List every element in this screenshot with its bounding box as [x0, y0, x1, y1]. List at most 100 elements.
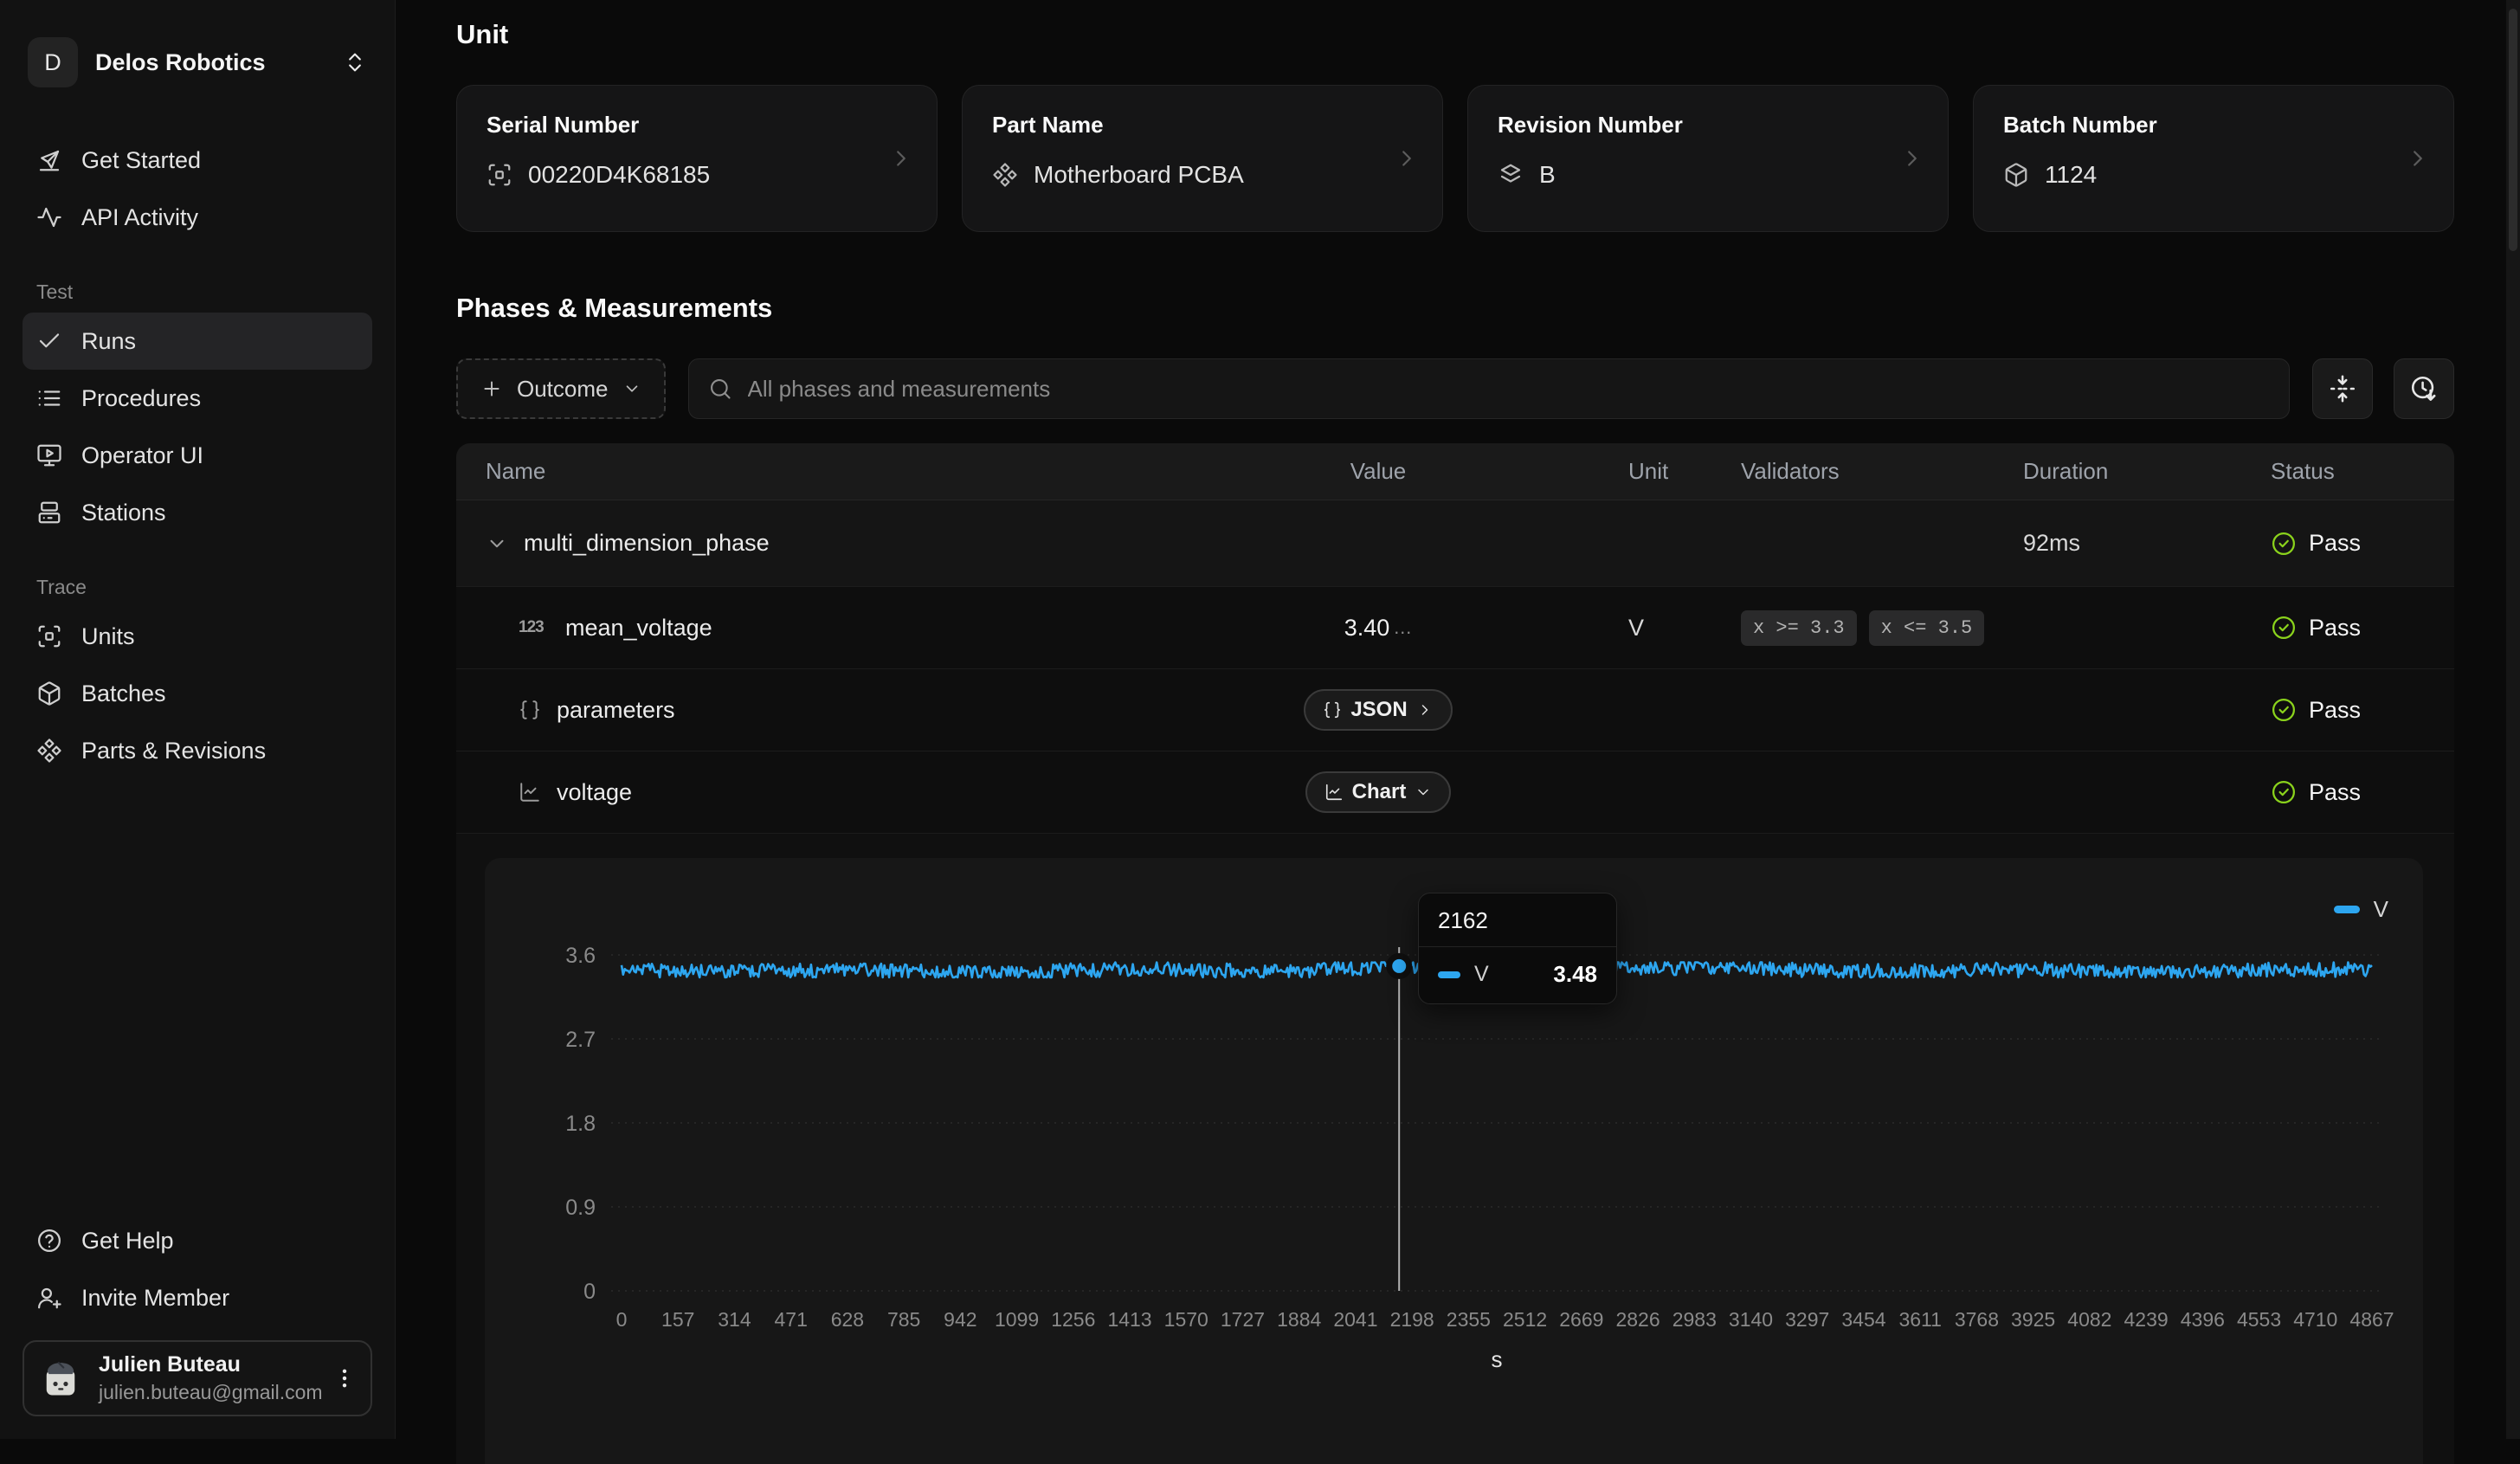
measurement-name: parameters	[557, 697, 675, 724]
card-value-row: Motherboard PCBA	[992, 161, 1413, 189]
sidebar-item-batches[interactable]: Batches	[23, 665, 372, 722]
user-name: Julien Buteau	[99, 1352, 317, 1377]
unit-card-part-name[interactable]: Part Name Motherboard PCBA	[962, 85, 1443, 232]
list-icon	[36, 385, 62, 411]
x-tick-label: 4867	[2349, 1308, 2394, 1331]
table-row-mean_voltage[interactable]: 123mean_voltage3.40…Vx >= 3.3x <= 3.5Pas…	[456, 587, 2454, 669]
card-label: Serial Number	[487, 112, 907, 139]
sidebar-item-procedures[interactable]: Procedures	[23, 370, 372, 427]
sidebar-nav-sections: TestRunsProceduresOperator UIStationsTra…	[23, 246, 372, 779]
user-menu[interactable]: Julien Buteau julien.buteau@gmail.com	[23, 1340, 372, 1416]
cell-value: 3.40…	[1209, 615, 1547, 642]
outcome-filter-button[interactable]: Outcome	[456, 358, 666, 419]
sidebar-item-label: Units	[81, 623, 135, 650]
sidebar: D Delos Robotics Get StartedAPI Activity…	[0, 0, 396, 1439]
column-header-duration: Duration	[2023, 458, 2271, 485]
sidebar-item-stations[interactable]: Stations	[23, 484, 372, 541]
x-tick-label: 1727	[1221, 1308, 1265, 1331]
user-avatar	[38, 1356, 83, 1401]
numeric-type-icon: 123	[519, 618, 550, 637]
cell-name: voltage	[456, 779, 1209, 806]
sidebar-footer: Get Help Invite Member Julien Buteau juli…	[23, 1212, 372, 1416]
chart-panel[interactable]: 00.91.82.73.6015731447162878594210991256…	[485, 858, 2423, 1464]
card-label: Part Name	[992, 112, 1413, 139]
pass-check-icon	[2271, 697, 2297, 723]
chevron-right-icon	[888, 145, 914, 171]
sidebar-item-label: Batches	[81, 680, 166, 707]
toolbar-buttons	[2312, 358, 2454, 419]
plus-icon	[480, 377, 503, 400]
expand-chevron-icon[interactable]	[486, 532, 508, 555]
chart-line-icon	[519, 781, 541, 803]
measurement-name: mean_voltage	[565, 615, 712, 642]
page-scrollbar[interactable]	[2506, 0, 2520, 1439]
table-row-parameters[interactable]: parameters JSON Pass	[456, 669, 2454, 751]
table-row-multi_dimension_phase[interactable]: multi_dimension_phase92msPass	[456, 500, 2454, 587]
sidebar-item-label: Parts & Revisions	[81, 738, 266, 764]
x-tick-label: 471	[774, 1308, 807, 1331]
sidebar-item-label: Get Help	[81, 1228, 174, 1254]
json-viewer-pill[interactable]: JSON	[1304, 689, 1452, 731]
cell-value: JSON	[1209, 689, 1547, 731]
unit-card-batch-number[interactable]: Batch Number1124	[1973, 85, 2454, 232]
column-header-unit: Unit	[1547, 458, 1741, 485]
sidebar-item-get-help[interactable]: Get Help	[23, 1212, 372, 1269]
active-point-marker	[1389, 956, 1409, 976]
clock-arrow-down-icon	[2409, 374, 2439, 403]
chevron-right-icon	[2405, 145, 2431, 171]
sidebar-nav-footer: Get Help Invite Member	[23, 1212, 372, 1326]
sidebar-section-label: Test	[36, 281, 358, 304]
status-badge: Pass	[2271, 697, 2454, 724]
unit-cards: Serial Number00220D4K68185 Part Name Mothe…	[456, 85, 2454, 232]
legend-series-label: V	[2374, 896, 2388, 923]
history-button[interactable]	[2394, 358, 2454, 419]
page-title: Unit	[456, 19, 2454, 50]
status-badge: Pass	[2271, 530, 2454, 557]
cell-name: multi_dimension_phase	[456, 530, 1209, 557]
sidebar-item-label: Invite Member	[81, 1285, 229, 1312]
y-tick-label: 3.6	[565, 944, 596, 968]
sidebar-section-nav: Units Batches Parts & Revisions	[23, 608, 372, 779]
tooltip-series-swatch	[1438, 971, 1460, 978]
sidebar-item-get-started[interactable]: Get Started	[23, 132, 372, 189]
table-header: NameValueUnitValidatorsDurationStatus	[456, 443, 2454, 500]
unit-card-revision-number[interactable]: Revision NumberB	[1467, 85, 1949, 232]
chevron-right-icon	[1899, 145, 1925, 171]
sidebar-item-units[interactable]: Units	[23, 608, 372, 665]
search-input[interactable]	[746, 375, 2271, 403]
column-header-status: Status	[2271, 458, 2454, 485]
measurement-name: voltage	[557, 779, 632, 806]
chevrons-up-down-icon	[343, 50, 367, 74]
pass-check-icon	[2271, 531, 2297, 557]
sidebar-item-operator-ui[interactable]: Operator UI	[23, 427, 372, 484]
sidebar-item-parts-revisions[interactable]: Parts & Revisions	[23, 722, 372, 779]
column-header-name: Name	[456, 458, 1209, 485]
sidebar-item-runs[interactable]: Runs	[23, 313, 372, 370]
column-header-value: Value	[1209, 458, 1547, 485]
monitor-play-icon	[36, 442, 62, 468]
kebab-menu-icon[interactable]	[332, 1366, 357, 1390]
search-bar	[688, 358, 2291, 419]
collapse-all-button[interactable]	[2312, 358, 2373, 419]
x-tick-label: 0	[616, 1308, 628, 1331]
chart-view-pill[interactable]: Chart	[1305, 771, 1452, 813]
pass-check-icon	[2271, 779, 2297, 805]
table-row-voltage[interactable]: voltageChartPass	[456, 751, 2454, 834]
unit-card-serial-number[interactable]: Serial Number00220D4K68185	[456, 85, 938, 232]
card-label: Batch Number	[2003, 112, 2424, 139]
tooltip-x-value: 2162	[1419, 893, 1616, 947]
braces-icon	[519, 699, 541, 721]
sidebar-item-api-activity[interactable]: API Activity	[23, 189, 372, 246]
workspace-switcher[interactable]: D Delos Robotics	[23, 31, 372, 94]
x-tick-label: 2355	[1447, 1308, 1491, 1331]
cell-name: parameters	[456, 697, 1209, 724]
x-tick-label: 1413	[1107, 1308, 1151, 1331]
sidebar-item-invite-member[interactable]: Invite Member	[23, 1269, 372, 1326]
y-tick-label: 0	[583, 1280, 596, 1304]
page-scrollbar-thumb[interactable]	[2509, 9, 2517, 251]
y-tick-label: 2.7	[565, 1028, 596, 1052]
x-tick-label: 4710	[2293, 1308, 2337, 1331]
x-tick-label: 3140	[1729, 1308, 1773, 1331]
x-tick-label: 2512	[1503, 1308, 1547, 1331]
component-icon	[36, 738, 62, 764]
